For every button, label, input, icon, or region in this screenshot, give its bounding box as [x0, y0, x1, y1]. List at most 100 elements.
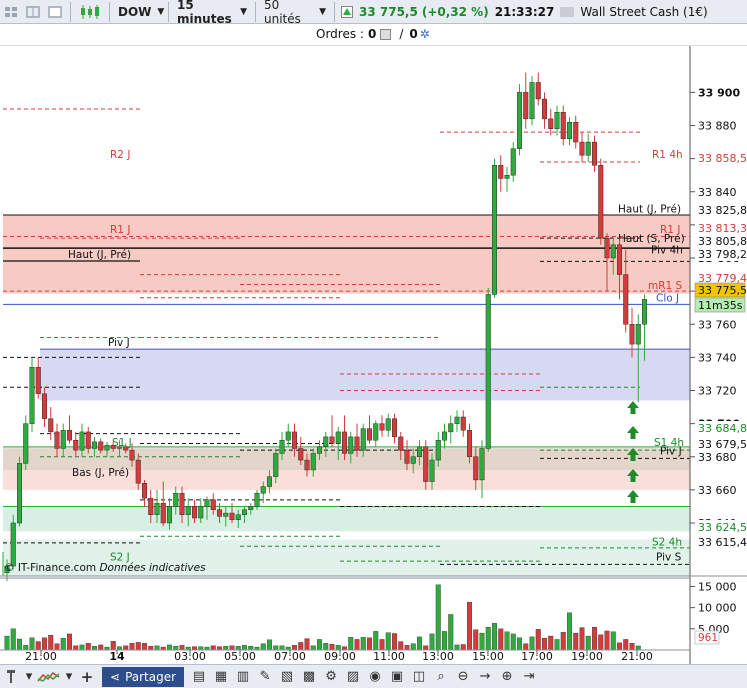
- tool-icon[interactable]: ⚙: [320, 667, 342, 687]
- candle-body: [398, 436, 404, 451]
- volume-bar: [485, 626, 491, 651]
- candle-body: [417, 446, 423, 457]
- candle-body: [360, 428, 366, 451]
- timeframe-value: 15 minutes: [177, 0, 232, 26]
- candle-body: [185, 506, 191, 515]
- x-tick-label: 13:00: [422, 650, 454, 663]
- price-chart[interactable]: R2 JR1 JHaut (J, Pré)Piv JS1 JBas (J, Pr…: [0, 0, 747, 688]
- candle-body: [548, 118, 554, 130]
- volume-bar: [392, 633, 397, 651]
- candle-body: [54, 431, 60, 449]
- candle-body: [529, 82, 535, 120]
- candle-body: [354, 436, 360, 451]
- buy-arrow-icon: [630, 432, 636, 439]
- grid-icon[interactable]: ▦: [210, 667, 232, 687]
- timeframe-dropdown[interactable]: 15 minutes ▼: [173, 0, 251, 26]
- volume-bar: [417, 636, 422, 651]
- indicator-icon[interactable]: [36, 667, 62, 687]
- candle-body: [367, 428, 373, 441]
- candle-body: [29, 367, 35, 424]
- close-orders-icon[interactable]: [380, 28, 392, 40]
- gear-icon[interactable]: ✲: [420, 27, 430, 41]
- price-tag: 33 858,5: [698, 152, 747, 165]
- level-label: S2 4h: [652, 537, 682, 549]
- candle-body: [204, 499, 210, 507]
- toolbar-separator: [255, 1, 256, 22]
- calendar-icon[interactable]: ▨: [342, 667, 364, 687]
- instrument-dropdown[interactable]: DOW ▼: [114, 2, 164, 22]
- y-tick-label: 33 840: [698, 186, 737, 199]
- save-icon[interactable]: ▣: [386, 667, 408, 687]
- candle-body: [135, 459, 141, 484]
- volume-bar: [535, 629, 541, 651]
- candle-body: [423, 446, 429, 482]
- volume-bar: [267, 639, 272, 651]
- settings-icon[interactable]: ▩: [298, 667, 320, 687]
- scroll-right-icon[interactable]: →: [474, 667, 496, 687]
- level-label: Piv S: [656, 552, 682, 564]
- volume-bar: [354, 639, 360, 651]
- candle-body: [642, 299, 648, 325]
- price-tag: 33 813,3: [698, 222, 747, 235]
- y-tick-label: 33 680: [698, 451, 737, 464]
- candle-body: [435, 439, 441, 461]
- volume-bar: [579, 627, 585, 651]
- volume-tick-label: 15 000: [698, 580, 737, 593]
- volume-bar: [48, 635, 54, 651]
- grid-large-icon[interactable]: [22, 2, 44, 22]
- candle-body: [91, 441, 97, 449]
- window-icon[interactable]: [44, 2, 66, 22]
- volume-bar: [92, 646, 97, 651]
- volume-bar: [592, 626, 597, 651]
- volume-bar: [585, 635, 591, 651]
- candle-body: [229, 512, 235, 520]
- candle-body: [610, 244, 616, 259]
- price-tag: 33 775,5: [698, 284, 747, 297]
- pin-icon[interactable]: [0, 667, 22, 687]
- candle-body: [535, 82, 541, 100]
- zoom-fit-icon[interactable]: ⌕: [430, 667, 452, 687]
- volume-bar: [542, 637, 547, 651]
- candle-body: [573, 121, 579, 143]
- zoom-in-icon[interactable]: ⊕: [496, 667, 518, 687]
- candle-body: [410, 456, 416, 464]
- volume-bar: [610, 631, 616, 651]
- volume-bar: [135, 642, 141, 651]
- volume-bar: [623, 639, 629, 651]
- add-icon[interactable]: +: [76, 667, 98, 687]
- volume-bar: [398, 641, 404, 651]
- scroll-end-icon[interactable]: ⇥: [518, 667, 540, 687]
- level-label: Clo J: [656, 292, 679, 304]
- volume-bar: [504, 631, 510, 651]
- trading-window: R2 J R1 J Haut (J, Pré) Piv J S1 J Bas (J, Pr…: [0, 0, 747, 688]
- share-button[interactable]: ⋖ Partager: [102, 666, 185, 687]
- orders-count-a: 0: [367, 27, 377, 41]
- print-icon[interactable]: ▤: [188, 667, 210, 687]
- volume-bar: [379, 639, 385, 651]
- fit-icon[interactable]: ◫: [408, 667, 430, 687]
- palette-icon[interactable]: ◉: [364, 667, 386, 687]
- chevron-down-icon[interactable]: ▾: [62, 667, 76, 687]
- toolbar-separator: [70, 1, 71, 22]
- candlestick-icon[interactable]: [75, 2, 105, 22]
- candle-body: [635, 324, 641, 345]
- x-tick-label: 21:00: [621, 650, 653, 663]
- layers-icon[interactable]: ▧: [276, 667, 298, 687]
- instrument-code: DOW: [118, 4, 152, 19]
- chevron-down-icon[interactable]: ▾: [22, 667, 36, 687]
- toolbar-separator: [168, 1, 169, 22]
- candle-body: [235, 514, 241, 520]
- units-dropdown[interactable]: 50 unités ▼: [260, 0, 330, 26]
- grid-small-icon[interactable]: [0, 2, 22, 22]
- draw-icon[interactable]: ✎: [254, 667, 276, 687]
- volume-tick-label: 10 000: [698, 602, 737, 615]
- table-icon[interactable]: ▥: [232, 667, 254, 687]
- candle-body: [141, 483, 147, 499]
- zoom-out-icon[interactable]: ⊖: [452, 667, 474, 687]
- volume-bar: [348, 637, 354, 651]
- volume-bar: [410, 643, 416, 651]
- x-tick-label: 14: [109, 650, 125, 663]
- chevron-down-icon: ▼: [319, 6, 326, 17]
- x-tick-label: 09:00: [324, 650, 356, 663]
- volume-bar: [367, 637, 372, 651]
